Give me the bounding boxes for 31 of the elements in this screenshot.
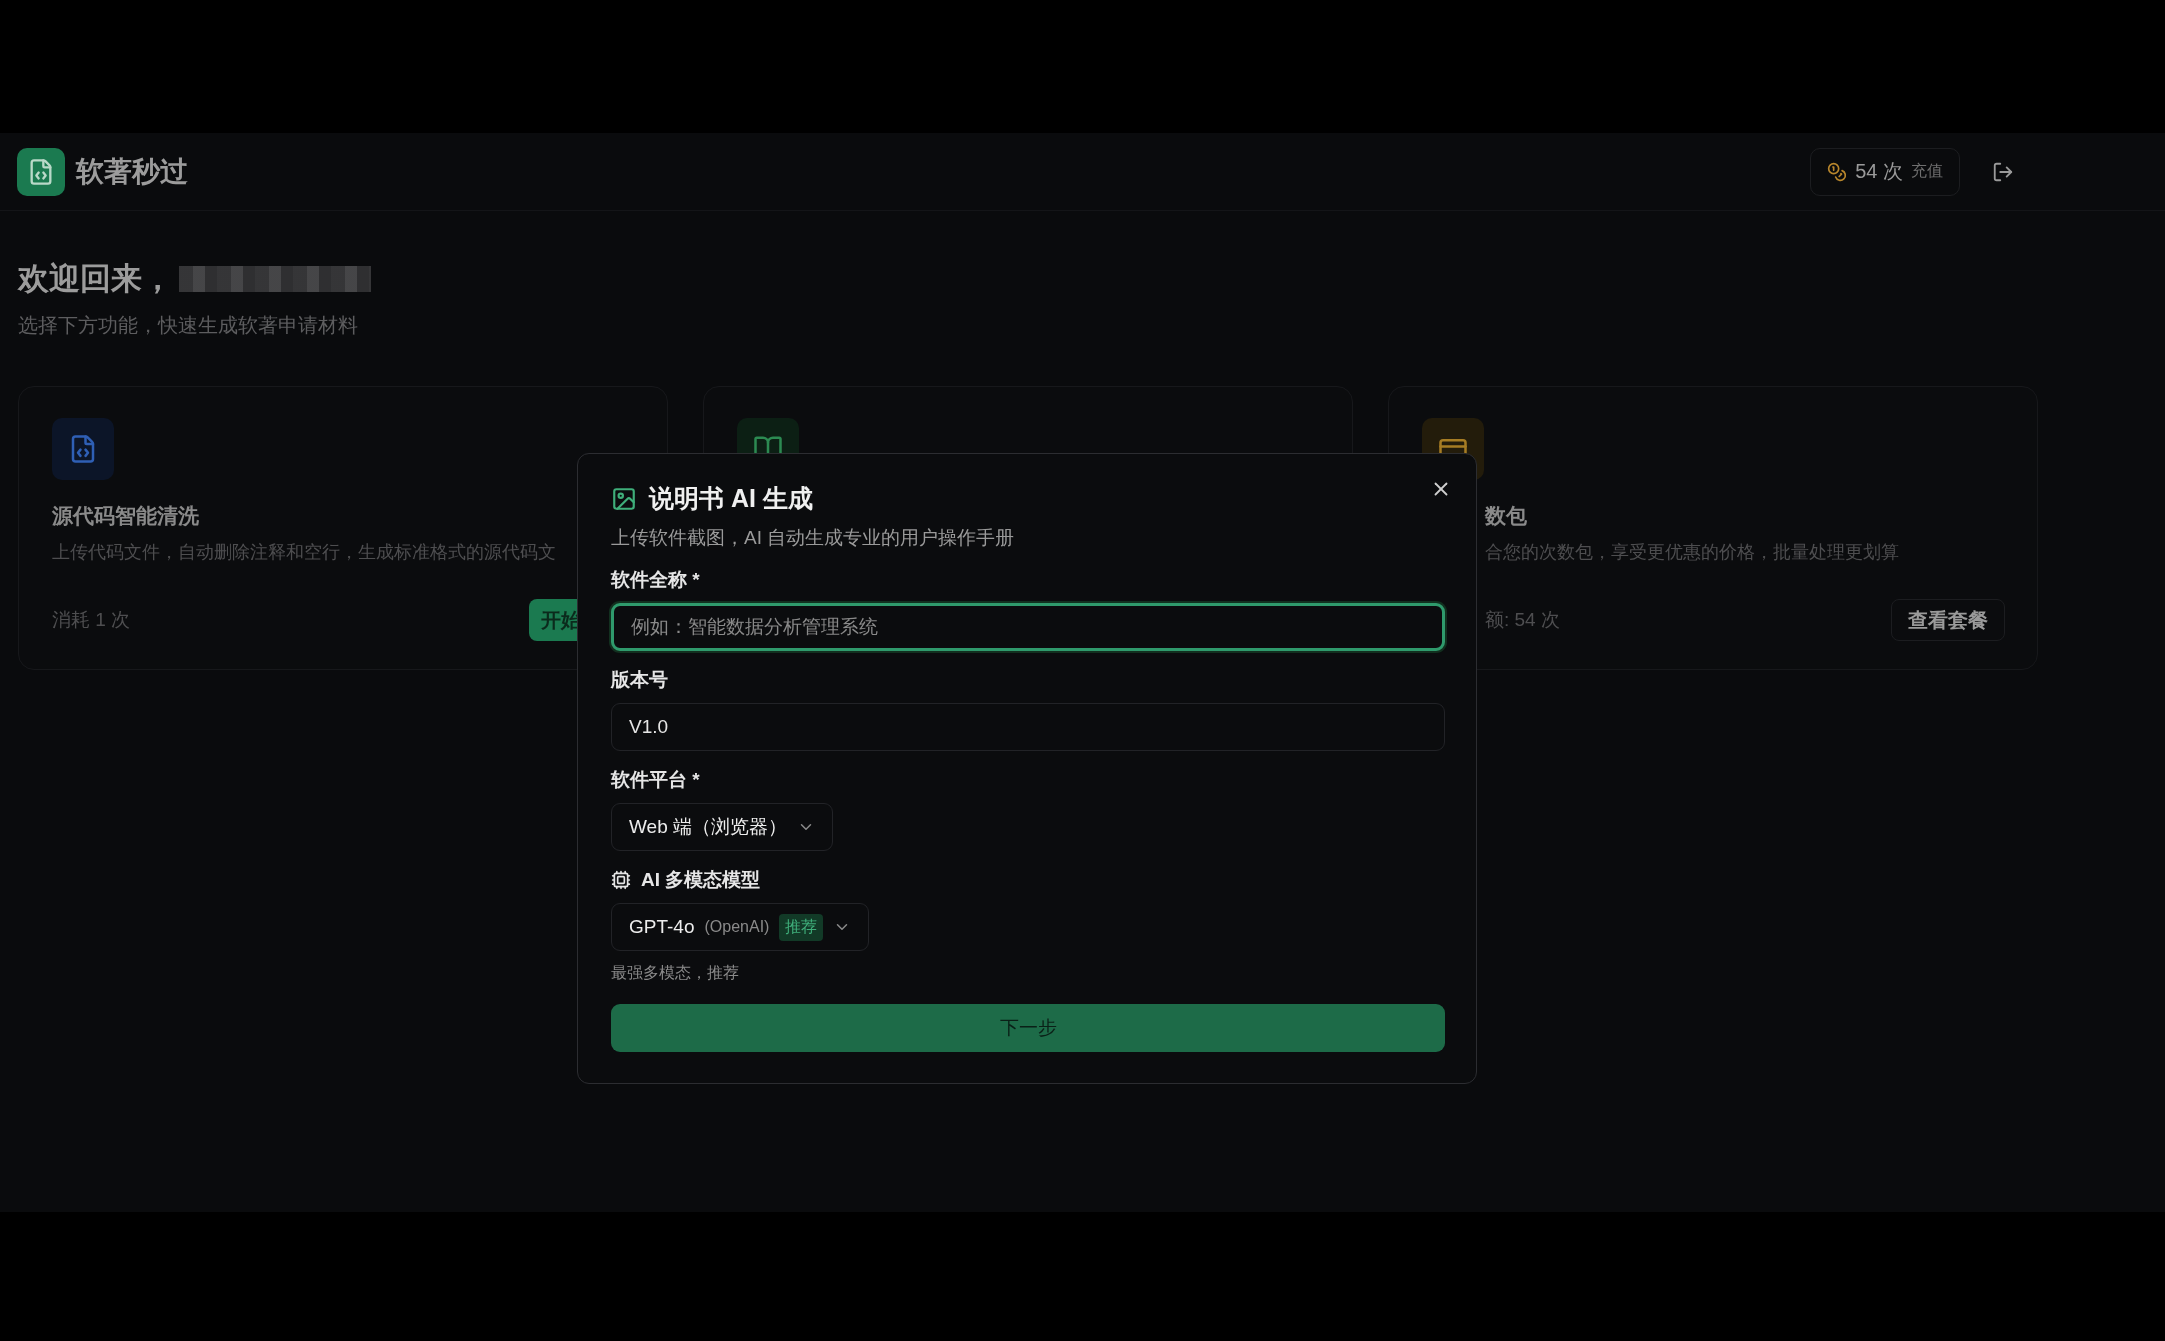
model-vendor: (OpenAI): [704, 918, 770, 936]
recommended-tag: 推荐: [779, 913, 824, 941]
card-description: 上传代码文件，自动删除注释和空行，生成标准格式的源代码文: [52, 541, 556, 564]
field-label: 软件平台 *: [611, 768, 700, 792]
text-field[interactable]: V1.0: [611, 703, 1445, 751]
dialog-subtitle: 上传软件截图，AI 自动生成专业的用户操作手册: [611, 526, 1016, 550]
chip-icon: [611, 870, 631, 890]
credits-count: 54 次: [1855, 159, 1903, 184]
welcome-title: 欢迎回来，: [18, 260, 173, 298]
field-label: 版本号: [611, 668, 668, 692]
card-cost: 额: 54 次: [1485, 608, 1560, 632]
coins-icon: [1827, 161, 1848, 182]
credits-badge[interactable]: 54 次 充值: [1810, 147, 1960, 196]
field-label: AI 多模态模型: [641, 868, 761, 892]
card-title: 数包: [1485, 503, 1527, 529]
card-button[interactable]: 查看套餐: [1891, 599, 2005, 641]
model-hint: 最强多模态，推荐: [611, 963, 740, 983]
file-code-icon: [52, 418, 114, 480]
recharge-link[interactable]: 充值: [1911, 161, 1943, 182]
card-cost: 消耗 1 次: [52, 608, 131, 632]
image-icon: [611, 485, 637, 512]
app-name: 软著秒过: [76, 154, 188, 189]
model-select[interactable]: GPT-4o (OpenAI) 推荐: [611, 903, 870, 951]
card-title: 源代码智能清洗: [52, 503, 199, 529]
app-logo: [17, 147, 65, 196]
field-label: 软件全称 *: [611, 568, 700, 592]
card-description: 合您的次数包，享受更优惠的价格，批量处理更划算: [1485, 541, 1899, 564]
dialog-title: 说明书 AI 生成: [649, 483, 813, 514]
welcome-subtitle: 选择下方功能，快速生成软著申请材料: [18, 313, 359, 338]
platform-select[interactable]: Web 端（浏览器）: [611, 803, 833, 851]
text-field[interactable]: 例如：智能数据分析管理系统: [611, 603, 1445, 651]
